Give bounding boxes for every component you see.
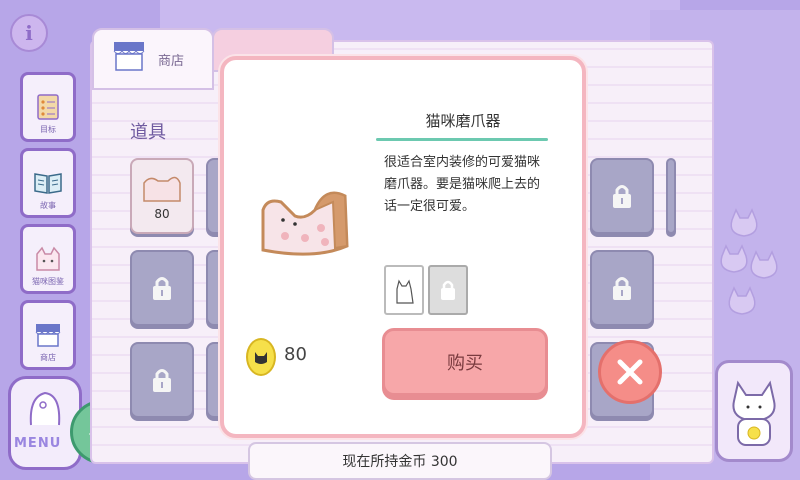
sidebar-item-story[interactable]: 故事 [20, 148, 76, 218]
sidebar-item-label: 故事 [40, 201, 56, 210]
checklist-icon [33, 94, 63, 120]
title-underline [376, 138, 548, 141]
shop-icon [33, 322, 63, 348]
section-title: 道具 [130, 122, 166, 143]
cat-scratcher-image [261, 191, 349, 256]
tab-shop-label: 商店 [158, 54, 185, 69]
lock-icon [153, 277, 171, 300]
item-slot-locked[interactable] [590, 250, 654, 326]
variant-locked-option[interactable] [428, 265, 468, 315]
sidebar-item-goals[interactable]: 目标 [20, 72, 76, 142]
lock-icon [153, 369, 171, 392]
buy-button[interactable]: 购买 [382, 328, 548, 396]
sidebar-item-label: 商店 [40, 353, 56, 362]
tab-shop[interactable] [92, 28, 214, 90]
current-gold: 现在所持金币 300 [248, 442, 552, 480]
menu-label: MENU [14, 436, 62, 451]
sidebar-item-cat-book[interactable]: 猫咪图鉴 [20, 224, 76, 294]
item-slot-edge [666, 158, 676, 234]
coin-icon [246, 338, 276, 376]
item-description: 很适合室内装修的可爱猫咪磨爪器。要是猫咪爬上去的话一定很可爱。 [384, 155, 541, 214]
cat-silhouette-icon [396, 279, 414, 304]
cats-decoration [720, 208, 778, 315]
sidebar-item-label: 目标 [40, 125, 56, 134]
item-count: 80 [154, 207, 170, 221]
item-slot-locked[interactable] [130, 342, 194, 418]
shop-icon [113, 42, 145, 71]
item-slot-locked[interactable] [590, 158, 654, 234]
item-slot-locked[interactable] [130, 250, 194, 326]
close-button[interactable] [598, 340, 662, 404]
lock-icon [441, 280, 455, 300]
item-name: 猫咪磨爪器 [425, 112, 501, 130]
sidebar-item-shop[interactable]: 商店 [20, 300, 76, 370]
cat-face-icon [33, 246, 63, 272]
item-slot[interactable]: 80 [130, 158, 194, 234]
lucky-cat-icon [732, 380, 776, 446]
lock-icon [613, 185, 631, 208]
item-price: 80 [284, 344, 307, 365]
scratcher-thumbnail [143, 176, 181, 202]
book-icon [33, 170, 63, 196]
lock-icon [613, 277, 631, 300]
ghost-icon [29, 391, 61, 426]
sidebar-item-label: 猫咪图鉴 [32, 277, 64, 286]
variant-cat-option[interactable] [384, 265, 424, 315]
x-icon [617, 359, 643, 385]
lucky-cat-button[interactable] [715, 360, 793, 462]
info-button[interactable]: i [10, 14, 48, 52]
